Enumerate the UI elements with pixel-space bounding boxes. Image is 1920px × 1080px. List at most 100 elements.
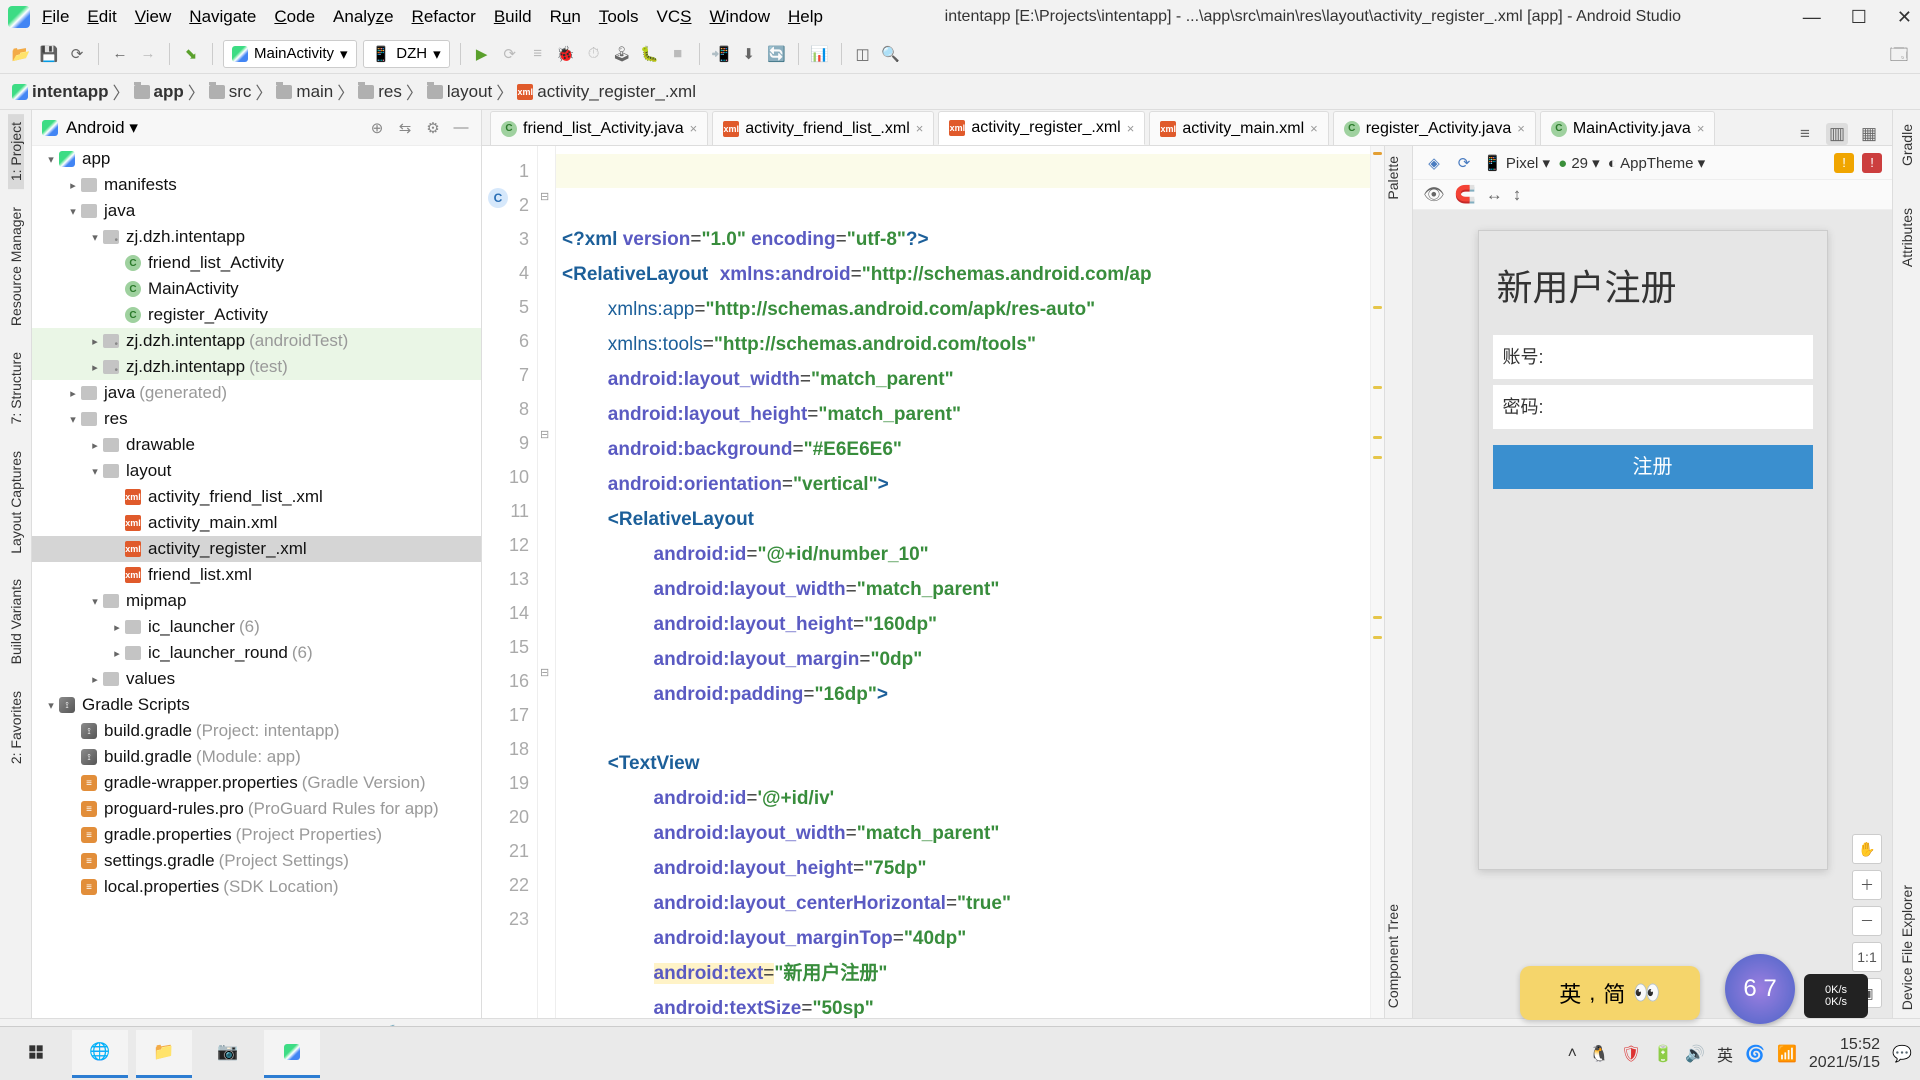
task-browser[interactable]: 🌐 [72,1030,128,1078]
close-tab-icon[interactable]: × [1310,121,1318,136]
project-view-selector[interactable]: Android ▾ [66,118,359,138]
error-stripe[interactable] [1370,146,1384,1018]
sdk-manager-icon[interactable]: ⬇ [738,43,760,65]
rail-component-tree[interactable]: Component Tree [1385,894,1412,1018]
editor-tab[interactable]: CMainActivity.java× [1540,111,1716,145]
view-options-icon[interactable]: ◈ [1423,152,1445,174]
tray-qq-icon[interactable]: 🐧 [1589,1044,1609,1064]
profile-icon[interactable]: ⏱ [583,43,605,65]
warnings-badge[interactable]: ! [1834,153,1854,173]
magnet-icon[interactable]: 🧲 [1455,185,1476,205]
close-tab-icon[interactable]: × [916,121,924,136]
tree-item[interactable]: xmlactivity_friend_list_.xml [32,484,481,510]
task-camera[interactable]: 📷 [200,1030,256,1078]
avd-manager-icon[interactable]: 📲 [710,43,732,65]
menu-run[interactable]: Run [550,7,581,27]
tree-item[interactable]: ▸java(generated) [32,380,481,406]
tree-item[interactable]: ▸zj.dzh.intentapp(test) [32,354,481,380]
rail-device-file-explorer[interactable]: Device File Explorer [1899,877,1915,1018]
zoom-in-icon[interactable]: ＋ [1852,870,1882,900]
tree-item[interactable]: ▸values [32,666,481,692]
split-view-icon[interactable]: ▥ [1826,123,1848,145]
maximize-button[interactable]: ☐ [1851,7,1867,28]
device-frame[interactable]: 新用户注册 账号: 密码: 注册 [1478,230,1828,870]
net-speed-widget[interactable]: 0K/s 0K/s [1804,974,1868,1018]
target-icon[interactable]: ⊕ [367,118,387,138]
menu-window[interactable]: Window [710,7,770,27]
menu-refactor[interactable]: Refactor [412,7,476,27]
rail-favorites[interactable]: 2: Favorites [8,683,24,772]
tree-item[interactable]: ⟟build.gradle(Project: intentapp) [32,718,481,744]
rail-structure[interactable]: 7: Structure [8,344,24,432]
theme-select[interactable]: ◐ AppTheme ▾ [1608,154,1705,172]
tree-item[interactable]: ▸ic_launcher_round(6) [32,640,481,666]
close-tab-icon[interactable]: × [1697,121,1705,136]
design-view-icon[interactable]: ▦ [1858,123,1880,145]
tree-item[interactable]: ▾java [32,198,481,224]
tree-item[interactable]: ≡proguard-rules.pro(ProGuard Rules for a… [32,796,481,822]
minimize-button[interactable]: — [1803,7,1821,28]
app-insights-icon[interactable]: 📊 [809,43,831,65]
preview-surface[interactable]: 新用户注册 账号: 密码: 注册 ✋ ＋ － 1:1 ▣ [1413,210,1892,1018]
tree-item[interactable]: ▾layout [32,458,481,484]
close-tab-icon[interactable]: × [690,121,698,136]
rotate-icon[interactable]: ⟳ [1453,152,1475,174]
apply-changes-icon[interactable]: ⟳ [499,43,521,65]
menu-view[interactable]: View [135,7,172,27]
editor-tab[interactable]: xmlactivity_register_.xml× [938,111,1145,145]
rail-build-variants[interactable]: Build Variants [8,571,24,672]
sync-gradle-icon[interactable]: 🔄 [766,43,788,65]
bc-item[interactable]: layout [427,82,492,102]
open-icon[interactable]: 📂 [10,43,32,65]
tree-item[interactable]: ▾zj.dzh.intentapp [32,224,481,250]
coverage-icon[interactable]: 🐛 [639,43,661,65]
tree-item[interactable]: ▸zj.dzh.intentapp(androidTest) [32,328,481,354]
run-config-dropdown[interactable]: MainActivity ▾ [223,40,357,68]
rail-gradle[interactable]: Gradle [1899,116,1915,174]
tree-item[interactable]: ≡settings.gradle(Project Settings) [32,848,481,874]
code-view-icon[interactable]: ≡ [1794,123,1816,145]
tray-shield-icon[interactable]: 🛡 [1621,1044,1641,1064]
save-icon[interactable]: 💾 [38,43,60,65]
rail-attributes[interactable]: Attributes [1899,200,1915,275]
menu-vcs[interactable]: VCS [657,7,692,27]
task-explorer[interactable]: 📁 [136,1030,192,1078]
debug-run-icon[interactable]: ≡ [527,43,549,65]
fold-icon[interactable]: ⊟ [540,428,549,441]
collapse-icon[interactable]: ⇆ [395,118,415,138]
close-tab-icon[interactable]: × [1517,121,1525,136]
ime-widget[interactable]: 英, 简 👀 [1520,966,1700,1020]
tree-item[interactable]: ≡local.properties(SDK Location) [32,874,481,900]
editor-tab[interactable]: xmlactivity_friend_list_.xml× [712,111,934,145]
hide-icon[interactable]: — [451,118,471,138]
tray-wifi-icon[interactable]: 📶 [1777,1044,1797,1064]
tree-item[interactable]: ≡gradle.properties(Project Properties) [32,822,481,848]
vertical-arrows-icon[interactable]: ↕ [1513,185,1522,205]
tree-item[interactable]: Cregister_Activity [32,302,481,328]
code-editor[interactable]: <?xml version="1.0" encoding="utf-8"?> <… [556,146,1370,1018]
bc-item[interactable]: xmlactivity_register_.xml [517,82,696,102]
fold-icon[interactable]: ⊟ [540,666,549,679]
bc-item[interactable]: intentapp [12,82,109,102]
api-select[interactable]: ● 29 ▾ [1558,154,1600,172]
errors-badge[interactable]: ! [1862,153,1882,173]
eye-icon[interactable]: 👁 [1423,185,1445,205]
close-tab-icon[interactable]: × [1127,121,1135,136]
search-icon[interactable]: 🔍 [880,43,902,65]
menu-edit[interactable]: Edit [87,7,116,27]
rail-layout-captures[interactable]: Layout Captures [8,443,24,562]
taskbar-clock[interactable]: 15:52 2021/5/15 [1809,1036,1880,1072]
horizontal-arrows-icon[interactable]: ↔ [1486,185,1503,205]
fold-icon[interactable]: ⊟ [540,190,549,203]
tree-item[interactable]: xmlactivity_main.xml [32,510,481,536]
tray-ime-icon[interactable]: 英 [1717,1042,1733,1066]
sync-icon[interactable]: ⟳ [66,43,88,65]
menu-tools[interactable]: Tools [599,7,639,27]
tree-item[interactable]: ▸manifests [32,172,481,198]
forward-icon[interactable]: → [137,43,159,65]
zoom-out-icon[interactable]: － [1852,906,1882,936]
tree-item[interactable]: xmlactivity_register_.xml [32,536,481,562]
editor-tab[interactable]: Cfriend_list_Activity.java× [490,111,708,145]
stop-icon[interactable]: ■ [667,43,689,65]
tree-item[interactable]: Cfriend_list_Activity [32,250,481,276]
